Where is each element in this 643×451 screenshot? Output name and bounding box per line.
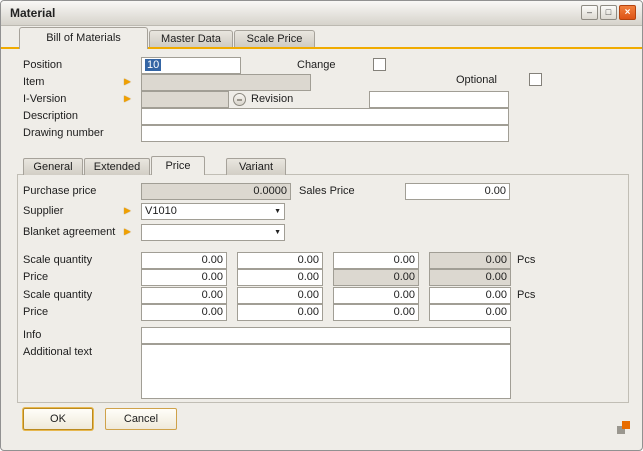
iversion-circle-icon[interactable] [233,93,246,106]
additional-text-label: Additional text [23,344,92,361]
item-label: Item [23,74,44,91]
title-bar: Material – □ × [1,1,642,26]
scale-quantity-1-field-4[interactable]: 0.00 [429,252,511,269]
scale-quantity-2-label: Scale quantity [23,287,92,304]
resize-grip-icon[interactable] [617,421,630,434]
sales-price-field[interactable]: 0.00 [405,183,510,200]
change-checkbox[interactable] [373,58,386,71]
blanket-agreement-combo[interactable]: ▼ [141,224,285,241]
tab-extended[interactable]: Extended [84,158,150,175]
price-2-field-1[interactable]: 0.00 [141,304,227,321]
tab-bill-of-materials[interactable]: Bill of Materials [19,27,148,49]
scale-quantity-1-label: Scale quantity [23,252,92,269]
supplier-combo-value: V1010 [145,205,177,217]
info-field[interactable] [141,327,511,344]
position-field[interactable]: 10 [141,57,241,74]
blanket-agreement-label: Blanket agreement [23,224,115,241]
price-2-field-3[interactable]: 0.00 [333,304,419,321]
revision-field[interactable] [369,91,509,108]
resize-grip-orange-square [622,421,630,429]
price-1-field-4[interactable]: 0.00 [429,269,511,286]
tab-general[interactable]: General [23,158,83,175]
description-field[interactable] [141,108,509,125]
material-window: Material – □ × Bill of Materials Master … [0,0,643,451]
price-1-field-3[interactable]: 0.00 [333,269,419,286]
position-selected-text: 10 [145,59,161,71]
purchase-price-label: Purchase price [23,183,96,200]
ok-button[interactable]: OK [23,408,93,430]
minimize-button[interactable]: – [581,5,598,20]
scale-quantity-1-field-2[interactable]: 0.00 [237,252,323,269]
info-label: Info [23,327,41,344]
window-title: Material [10,1,55,25]
position-label: Position [23,57,62,74]
supplier-label: Supplier [23,203,63,220]
scale-quantity-2-field-3[interactable]: 0.00 [333,287,419,304]
scale-quantity-2-field-2[interactable]: 0.00 [237,287,323,304]
price-2-field-4[interactable]: 0.00 [429,304,511,321]
scale-quantity-2-field-4[interactable]: 0.00 [429,287,511,304]
optional-label: Optional [456,72,497,89]
item-field[interactable] [141,74,311,91]
purchase-price-field[interactable]: 0.0000 [141,183,291,200]
scale-quantity-2-field-1[interactable]: 0.00 [141,287,227,304]
sales-price-label: Sales Price [299,183,355,200]
scale-quantity-1-field-1[interactable]: 0.00 [141,252,227,269]
price-1-field-2[interactable]: 0.00 [237,269,323,286]
tab-master-data[interactable]: Master Data [149,30,233,47]
price-2-label: Price [23,304,48,321]
blanket-agreement-link-arrow-icon[interactable]: ► [122,226,133,239]
supplier-dropdown-arrow-icon[interactable]: ▼ [274,208,281,216]
additional-text-field[interactable] [141,344,511,399]
drawing-number-field[interactable] [141,125,509,142]
price-2-field-2[interactable]: 0.00 [237,304,323,321]
description-label: Description [23,108,78,125]
supplier-link-arrow-icon[interactable]: ► [122,205,133,218]
revision-label: Revision [251,91,293,108]
cancel-button[interactable]: Cancel [105,408,177,430]
tab-price[interactable]: Price [151,156,205,175]
drawing-number-label: Drawing number [23,125,104,142]
iversion-field[interactable] [141,91,229,108]
restore-button[interactable]: □ [600,5,617,20]
iversion-label: I-Version [23,91,66,108]
scale-quantity-1-field-3[interactable]: 0.00 [333,252,419,269]
supplier-combo[interactable]: V1010 ▼ [141,203,285,220]
close-button[interactable]: × [619,5,636,20]
change-label: Change [297,57,336,74]
iversion-link-arrow-icon[interactable]: ► [122,93,133,106]
window-controls: – □ × [581,5,636,20]
optional-checkbox[interactable] [529,73,542,86]
scale-quantity-2-unit-label: Pcs [517,287,535,304]
tab-variant[interactable]: Variant [226,158,286,175]
price-1-field-1[interactable]: 0.00 [141,269,227,286]
item-link-arrow-icon[interactable]: ► [122,76,133,89]
blanket-agreement-dropdown-arrow-icon[interactable]: ▼ [274,229,281,237]
scale-quantity-1-unit-label: Pcs [517,252,535,269]
tab-scale-price[interactable]: Scale Price [234,30,315,47]
price-1-label: Price [23,269,48,286]
